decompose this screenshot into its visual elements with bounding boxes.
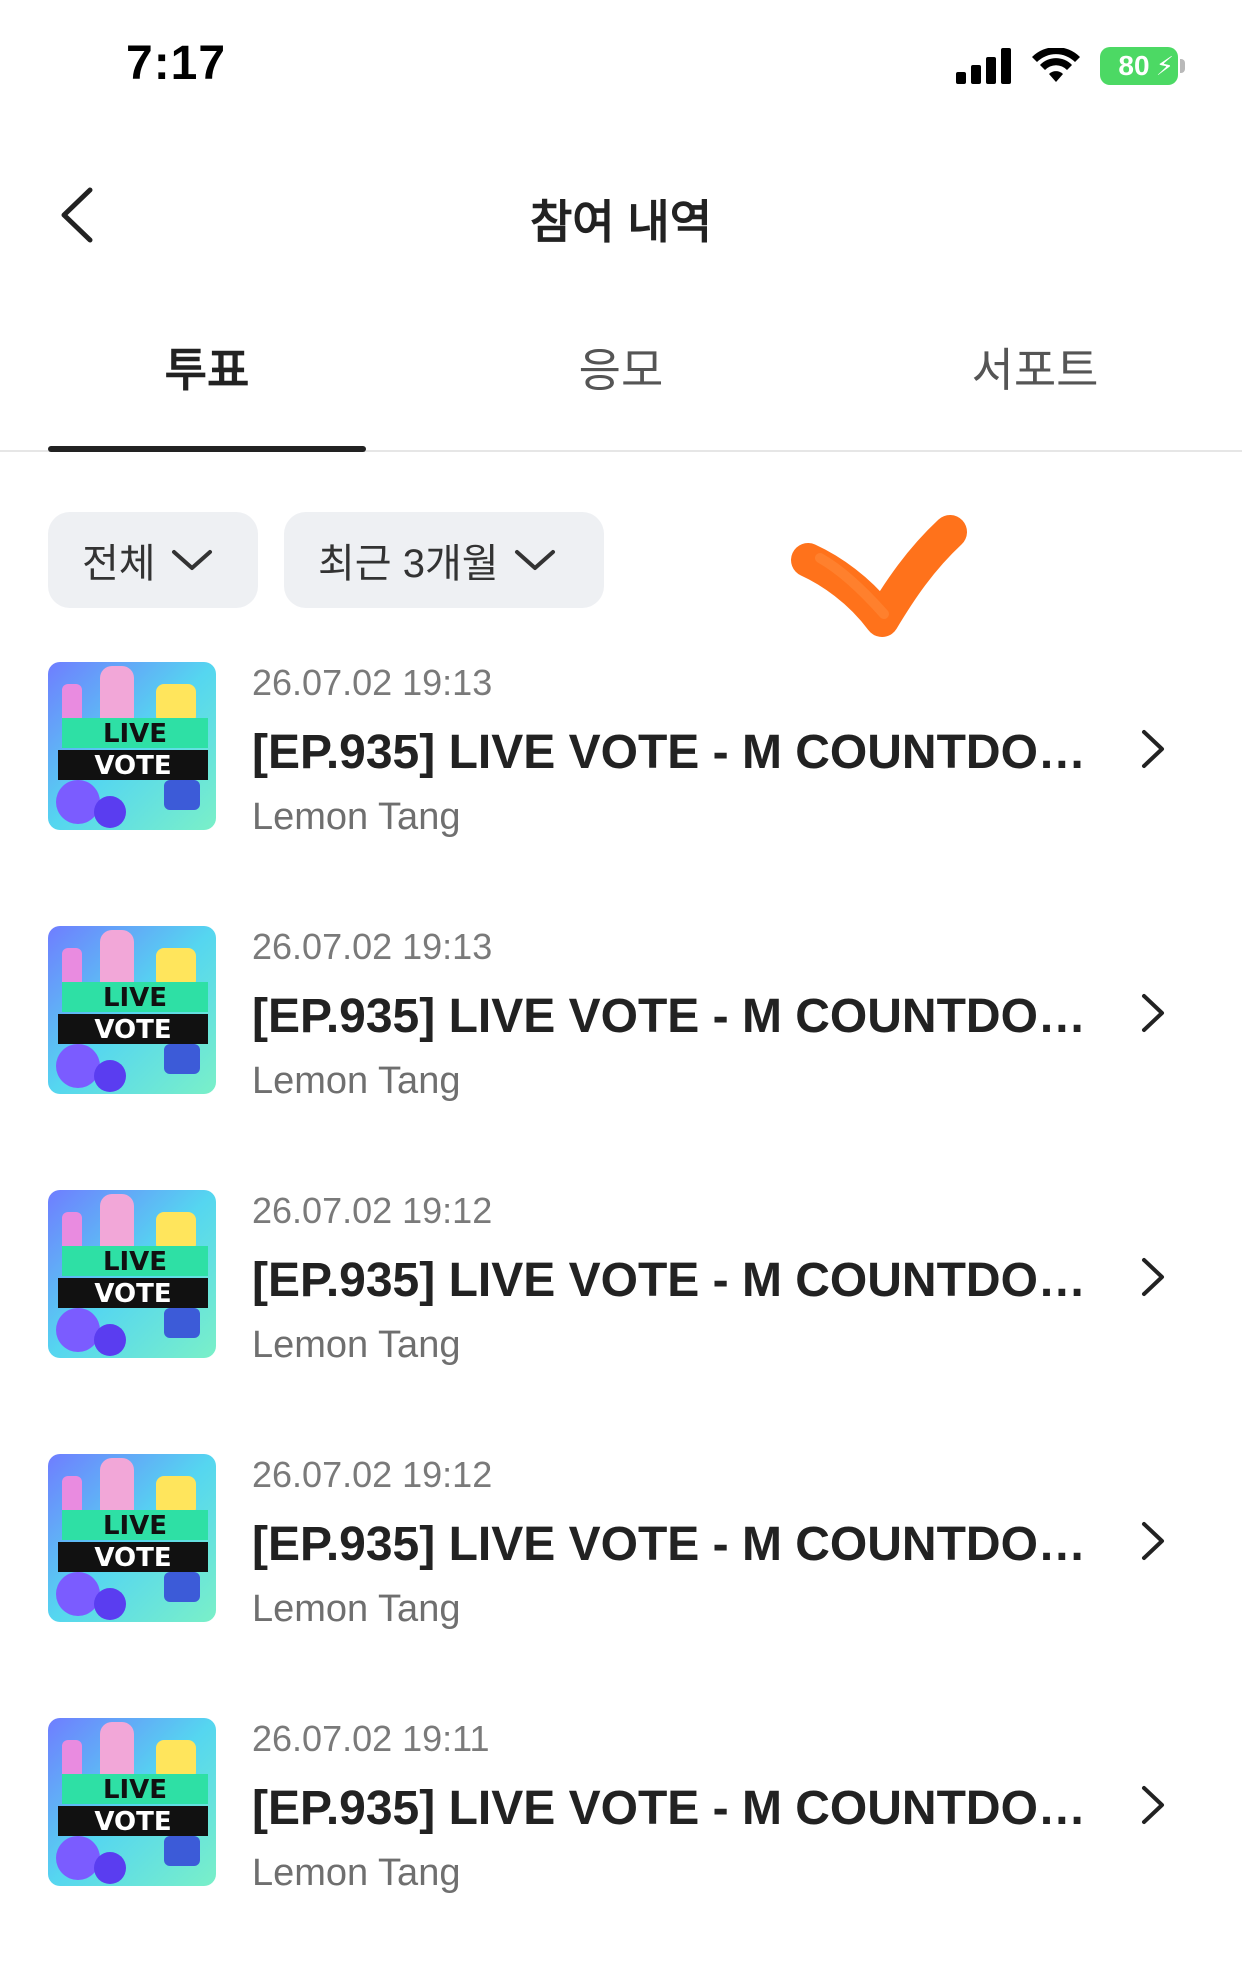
- list-item[interactable]: LIVE VOTE 26.07.02 19:13 [EP.935] LIVE V…: [0, 926, 1242, 1190]
- item-artist: Lemon Tang: [252, 796, 461, 838]
- chevron-right-icon: [1142, 1258, 1164, 1296]
- live-vote-thumbnail: LIVE VOTE: [48, 1454, 216, 1622]
- thumb-live-text: LIVE: [103, 983, 167, 1013]
- list-item[interactable]: LIVE VOTE 26.07.02 19:12 [EP.935] LIVE V…: [0, 1454, 1242, 1718]
- item-artist: Lemon Tang: [252, 1588, 461, 1630]
- thumb-vote-text: VOTE: [94, 1807, 171, 1837]
- type-filter-dropdown[interactable]: 전체: [48, 512, 258, 608]
- item-date: 26.07.02 19:13: [252, 926, 493, 967]
- chevron-down-icon: [514, 550, 555, 570]
- wifi-icon: [1032, 48, 1080, 82]
- period-filter-label: 최근 3개월: [318, 542, 499, 586]
- item-date: 26.07.02 19:12: [252, 1190, 493, 1231]
- filter-bar: 전체 최근 3개월: [48, 512, 604, 608]
- status-bar: 7:17 80 ⚡: [0, 0, 1242, 130]
- thumb-live-text: LIVE: [103, 1511, 167, 1541]
- live-vote-thumbnail: LIVE VOTE: [48, 1190, 216, 1358]
- status-icons: 80 ⚡: [956, 46, 1185, 86]
- chevron-down-icon: [171, 550, 212, 570]
- item-text: 26.07.02 19:12 [EP.935] LIVE VOTE - M CO…: [252, 1454, 1112, 1632]
- tab-bar: 투표 응모 서포트: [0, 330, 1242, 452]
- item-date: 26.07.02 19:12: [252, 1454, 493, 1495]
- live-vote-thumbnail: LIVE VOTE: [48, 926, 216, 1094]
- item-artist: Lemon Tang: [252, 1852, 461, 1894]
- chevron-right-icon: [1142, 730, 1164, 768]
- thumb-live-text: LIVE: [103, 719, 167, 749]
- item-text: 26.07.02 19:13 [EP.935] LIVE VOTE - M CO…: [252, 662, 1112, 840]
- chevron-right-icon: [1142, 994, 1164, 1032]
- item-artist: Lemon Tang: [252, 1324, 461, 1366]
- charging-bolt-icon: ⚡: [1155, 51, 1174, 81]
- status-time: 7:17: [126, 37, 227, 90]
- tab-entry[interactable]: 응모: [462, 330, 780, 450]
- checkmark-icon: [791, 515, 967, 637]
- list-item[interactable]: LIVE VOTE 26.07.02 19:11 [EP.935] LIVE V…: [0, 1718, 1242, 1982]
- thumb-live-text: LIVE: [103, 1247, 167, 1277]
- signal-bars-icon: [956, 48, 1011, 84]
- item-title: [EP.935] LIVE VOTE - M COUNTDOWN: [252, 726, 1112, 779]
- item-title: [EP.935] LIVE VOTE - M COUNTDOWN: [252, 990, 1112, 1043]
- thumb-vote-text: VOTE: [94, 751, 171, 781]
- tab-support[interactable]: 서포트: [876, 330, 1194, 450]
- period-filter-dropdown[interactable]: 최근 3개월: [284, 512, 604, 608]
- header: 참여 내역: [0, 150, 1242, 280]
- item-title: [EP.935] LIVE VOTE - M COUNTDOWN: [252, 1254, 1112, 1307]
- item-date: 26.07.02 19:13: [252, 662, 493, 703]
- item-date: 26.07.02 19:11: [252, 1718, 490, 1759]
- thumb-vote-text: VOTE: [94, 1279, 171, 1309]
- live-vote-thumbnail: LIVE VOTE: [48, 662, 216, 830]
- item-text: 26.07.02 19:13 [EP.935] LIVE VOTE - M CO…: [252, 926, 1112, 1104]
- item-text: 26.07.02 19:12 [EP.935] LIVE VOTE - M CO…: [252, 1190, 1112, 1368]
- type-filter-label: 전체: [82, 542, 156, 586]
- thumb-live-text: LIVE: [103, 1775, 167, 1805]
- battery-charging-icon: 80 ⚡: [1100, 47, 1185, 85]
- page-title: 참여 내역: [529, 196, 713, 248]
- thumb-vote-text: VOTE: [94, 1015, 171, 1045]
- item-artist: Lemon Tang: [252, 1060, 461, 1102]
- battery-level: 80: [1118, 50, 1150, 81]
- item-title: [EP.935] LIVE VOTE - M COUNTDOWN: [252, 1518, 1112, 1571]
- thumb-vote-text: VOTE: [94, 1543, 171, 1573]
- vote-history-list: LIVE VOTE 26.07.02 19:13 [EP.935] LIVE V…: [0, 662, 1242, 1982]
- chevron-right-icon: [1142, 1786, 1164, 1824]
- list-item[interactable]: LIVE VOTE 26.07.02 19:13 [EP.935] LIVE V…: [0, 662, 1242, 926]
- live-vote-thumbnail: LIVE VOTE: [48, 1718, 216, 1886]
- item-title: [EP.935] LIVE VOTE - M COUNTDOWN: [252, 1782, 1112, 1835]
- chevron-right-icon: [1142, 1522, 1164, 1560]
- item-text: 26.07.02 19:11 [EP.935] LIVE VOTE - M CO…: [252, 1718, 1112, 1896]
- active-tab-indicator: [48, 446, 366, 452]
- list-item[interactable]: LIVE VOTE 26.07.02 19:12 [EP.935] LIVE V…: [0, 1190, 1242, 1454]
- tab-vote[interactable]: 투표: [48, 330, 366, 450]
